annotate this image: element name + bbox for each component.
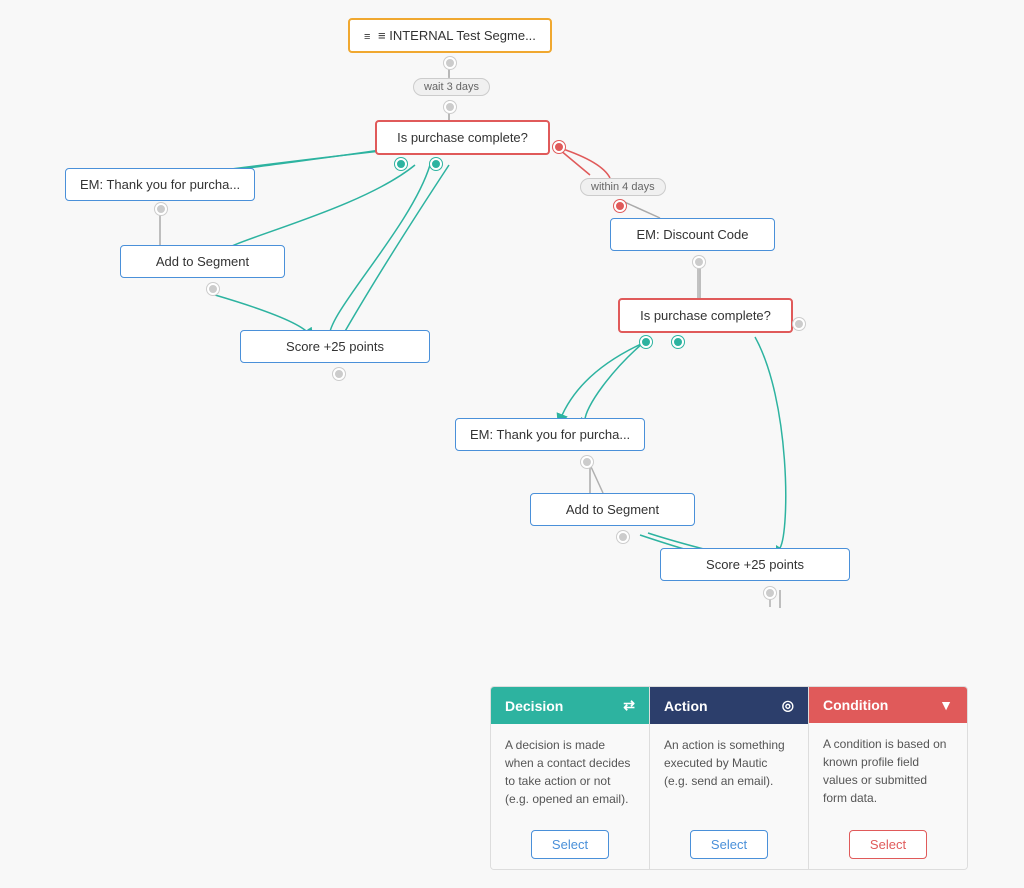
condition2-mid-dot [672, 336, 684, 348]
condition1-left-dot [395, 158, 407, 170]
action-card: Action ◎ An action is something executed… [650, 687, 809, 869]
condition1-right-dot [553, 141, 565, 153]
action-icon: ◎ [782, 697, 794, 714]
wait1-label: wait 3 days [413, 78, 490, 96]
score1-node[interactable]: Score +25 points [240, 330, 430, 363]
email-discount-node[interactable]: EM: Discount Code [610, 218, 775, 251]
add-step-panel: Decision ⇄ A decision is made when a con… [490, 686, 968, 870]
email2-node[interactable]: EM: Thank you for purcha... [455, 418, 645, 451]
decision-icon: ⇄ [623, 697, 635, 714]
email-discount-bottom-dot [693, 256, 705, 268]
decision-footer: Select [491, 820, 649, 869]
add-segment2-bottom-dot [617, 531, 629, 543]
within4-bottom-dot [614, 200, 626, 212]
decision-select-button[interactable]: Select [531, 830, 609, 859]
condition-body: A condition is based on known profile fi… [809, 723, 967, 820]
segment-node[interactable]: ≡ ≡ INTERNAL Test Segme... [348, 18, 552, 53]
decision-card: Decision ⇄ A decision is made when a con… [491, 687, 650, 869]
condition-select-button[interactable]: Select [849, 830, 927, 859]
action-header: Action ◎ [650, 687, 808, 724]
action-select-button[interactable]: Select [690, 830, 768, 859]
condition2-left-dot [640, 336, 652, 348]
score2-bottom-dot [764, 587, 776, 599]
add-segment2-node[interactable]: Add to Segment [530, 493, 695, 526]
email2-bottom-dot [581, 456, 593, 468]
decision-body: A decision is made when a contact decide… [491, 724, 649, 820]
score2-node[interactable]: Score +25 points [660, 548, 850, 581]
list-icon: ≡ [364, 31, 370, 43]
condition2-node[interactable]: Is purchase complete? [618, 298, 793, 333]
action-body: An action is something executed by Mauti… [650, 724, 808, 820]
decision-header: Decision ⇄ [491, 687, 649, 724]
add-segment1-bottom-dot [207, 283, 219, 295]
action-footer: Select [650, 820, 808, 869]
wait1-bottom-dot [444, 101, 456, 113]
condition2-right-dot [793, 318, 805, 330]
condition-header: Condition ▼ [809, 687, 967, 723]
within4-label: within 4 days [580, 178, 666, 196]
add-segment1-node[interactable]: Add to Segment [120, 245, 285, 278]
email1-node[interactable]: EM: Thank you for purcha... [65, 168, 255, 201]
condition-card: Condition ▼ A condition is based on know… [809, 687, 967, 869]
score1-bottom-dot [333, 368, 345, 380]
email1-bottom-dot [155, 203, 167, 215]
condition-footer: Select [809, 820, 967, 869]
segment-bottom-dot [444, 57, 456, 69]
condition1-node[interactable]: Is purchase complete? [375, 120, 550, 155]
condition-icon: ▼ [939, 697, 953, 713]
condition1-mid-dot [430, 158, 442, 170]
